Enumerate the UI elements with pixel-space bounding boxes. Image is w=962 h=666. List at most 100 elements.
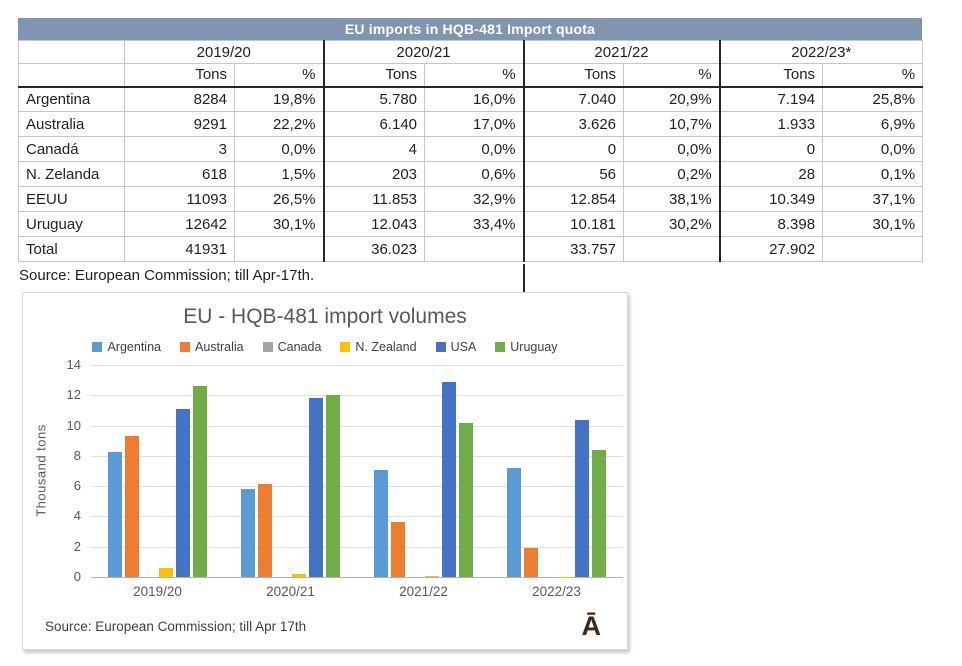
percent-cell — [235, 237, 324, 262]
percent-cell: 0,0% — [823, 137, 923, 162]
row-label: Canadá — [19, 137, 125, 162]
a-macron-watermark: Ā — [582, 613, 602, 640]
legend-label: Argentina — [107, 340, 161, 354]
bar-uruguay-2019-20 — [193, 386, 207, 577]
import-volumes-chart: EU - HQB-481 import volumes Argentina Aus… — [22, 292, 628, 650]
tons-header: Tons — [324, 64, 425, 87]
row-label: EEUU — [19, 187, 125, 212]
y-tick-label: 0 — [47, 569, 81, 584]
legend-item-argentina: Argentina — [92, 340, 161, 354]
plot-area — [91, 365, 623, 578]
tons-cell: 1.933 — [720, 112, 823, 137]
percent-cell: 0,2% — [624, 162, 720, 187]
corner-cell — [19, 41, 125, 64]
bar-australia-2021-22 — [391, 522, 405, 577]
legend-item-usa: USA — [436, 340, 477, 354]
y-tick-label: 8 — [47, 448, 81, 463]
y-tick-label: 6 — [47, 478, 81, 493]
tons-header: Tons — [125, 64, 235, 87]
row-label: Total — [19, 237, 125, 262]
y-tick-label: 12 — [47, 387, 81, 402]
tons-cell: 3.626 — [524, 112, 624, 137]
bar-argentina-2022-23 — [507, 468, 521, 577]
legend-swatch-icon — [180, 342, 190, 352]
-header: % — [624, 64, 720, 87]
year-header-2020-21: 2020/21 — [324, 41, 524, 64]
percent-cell: 6,9% — [823, 112, 923, 137]
bar-uruguay-2022-23 — [592, 450, 606, 577]
tons-cell: 28 — [720, 162, 823, 187]
table-row-canad: Canadá30,0%40,0%00,0%00,0% — [19, 137, 923, 162]
import-quota-report: EU imports in HQB-481 Import quota 2019/… — [18, 18, 922, 262]
chart-source-note: Source: European Commission; till Apr 17… — [45, 619, 306, 634]
legend-label: Canada — [278, 340, 322, 354]
row-label: Uruguay — [19, 212, 125, 237]
tons-cell: 5.780 — [324, 87, 425, 112]
year-header-row: 2019/202020/212021/222022/23* — [19, 41, 923, 64]
x-axis-label-2019-20: 2019/20 — [133, 584, 182, 599]
chart-title: EU - HQB-481 import volumes — [23, 305, 627, 329]
percent-cell: 10,7% — [624, 112, 720, 137]
percent-cell: 30,1% — [823, 212, 923, 237]
import-quota-table: 2019/202020/212021/222022/23* Tons%Tons%… — [18, 40, 923, 262]
table-row-total: Total4193136.02333.75727.902 — [19, 237, 923, 262]
tons-cell: 0 — [720, 137, 823, 162]
tons-cell: 3 — [125, 137, 235, 162]
percent-cell: 37,1% — [823, 187, 923, 212]
gridline — [91, 547, 623, 548]
bar-uruguay-2021-22 — [459, 423, 473, 577]
tons-cell: 0 — [524, 137, 624, 162]
bar-australia-2020-21 — [258, 484, 272, 577]
percent-cell: 26,5% — [235, 187, 324, 212]
-header: % — [425, 64, 524, 87]
bar-usa-2019-20 — [176, 409, 190, 577]
percent-cell: 30,1% — [235, 212, 324, 237]
percent-cell: 1,5% — [235, 162, 324, 187]
bar-uruguay-2020-21 — [326, 395, 340, 577]
percent-cell — [823, 237, 923, 262]
year-header-2022-23: 2022/23* — [720, 41, 923, 64]
tons-cell: 11093 — [125, 187, 235, 212]
tons-cell: 10.181 — [524, 212, 624, 237]
corner-cell — [19, 64, 125, 87]
legend-label: Uruguay — [510, 340, 557, 354]
year-header-2019-20: 2019/20 — [125, 41, 324, 64]
tons-cell: 12.043 — [324, 212, 425, 237]
-header: % — [823, 64, 923, 87]
percent-cell: 20,9% — [624, 87, 720, 112]
percent-cell: 0,6% — [425, 162, 524, 187]
year-header-2021-22: 2021/22 — [524, 41, 720, 64]
percent-cell: 32,9% — [425, 187, 524, 212]
bar-australia-2019-20 — [125, 436, 139, 577]
legend-swatch-icon — [92, 342, 102, 352]
table-row-australia: Australia929122,2%6.14017,0%3.62610,7%1.… — [19, 112, 923, 137]
legend-item-uruguay: Uruguay — [495, 340, 557, 354]
percent-cell: 33,4% — [425, 212, 524, 237]
percent-cell: 16,0% — [425, 87, 524, 112]
table-row-eeuu: EEUU1109326,5%11.85332,9%12.85438,1%10.3… — [19, 187, 923, 212]
legend-label: Australia — [195, 340, 244, 354]
tons-cell: 7.194 — [720, 87, 823, 112]
tons-cell: 9291 — [125, 112, 235, 137]
y-tick-label: 2 — [47, 539, 81, 554]
legend-label: N. Zealand — [355, 340, 416, 354]
percent-cell: 0,0% — [624, 137, 720, 162]
tons-cell: 12642 — [125, 212, 235, 237]
tons-cell: 33.757 — [524, 237, 624, 262]
table-row-uruguay: Uruguay1264230,1%12.04333,4%10.18130,2%8… — [19, 212, 923, 237]
legend-label: USA — [451, 340, 477, 354]
table-border-extension — [523, 264, 525, 293]
gridline — [91, 516, 623, 517]
percent-cell: 17,0% — [425, 112, 524, 137]
bar-usa-2022-23 — [575, 420, 589, 577]
gridline — [91, 365, 623, 366]
y-tick-label: 14 — [47, 357, 81, 372]
bar-argentina-2021-22 — [374, 470, 388, 577]
x-axis-labels: 2019/202020/212021/222022/23 — [91, 584, 623, 602]
tons-cell: 10.349 — [720, 187, 823, 212]
tons-cell: 56 — [524, 162, 624, 187]
bar-n-zealand-2020-21 — [292, 574, 306, 577]
bar-usa-2020-21 — [309, 398, 323, 577]
-header: % — [235, 64, 324, 87]
bar-n-zealand-2019-20 — [159, 568, 173, 577]
